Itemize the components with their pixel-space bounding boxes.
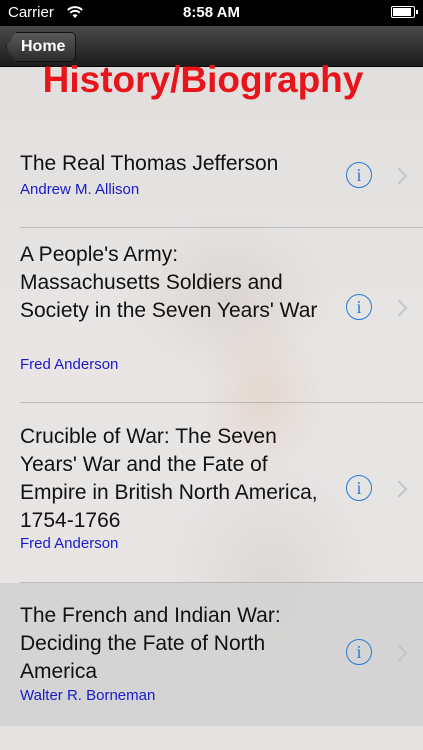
chevron-right-icon: [390, 299, 408, 317]
book-title: The Real Thomas Jefferson: [20, 152, 279, 175]
info-circle-icon[interactable]: i: [346, 475, 372, 501]
battery-fill: [393, 8, 412, 16]
info-circle-icon[interactable]: i: [346, 639, 372, 665]
book-author: Fred Anderson: [20, 535, 119, 552]
clock: 8:58 AM: [183, 4, 240, 21]
list-item[interactable]: The Real Thomas Jefferson Andrew M. Alli…: [0, 140, 423, 228]
chevron-right-icon: [390, 167, 408, 185]
book-title: Crucible of War: The Seven Years' War an…: [20, 425, 318, 532]
chevron-right-icon: [390, 480, 408, 498]
book-title: The French and Indian War: Deciding the …: [20, 604, 281, 683]
status-bar: Carrier 8:58 AM: [0, 0, 423, 26]
chevron-right-icon: [390, 644, 408, 662]
list-item[interactable]: Crucible of War: The Seven Years' War an…: [0, 403, 423, 583]
list-item[interactable]: A People's Army: Massachusetts Soldiers …: [0, 228, 423, 403]
page-title: History/Biography: [42, 59, 364, 100]
book-author: Walter R. Borneman: [20, 687, 156, 704]
list-item-selected[interactable]: The French and Indian War: Deciding the …: [0, 583, 423, 726]
book-title: A People's Army: Massachusetts Soldiers …: [20, 243, 318, 322]
book-author: Fred Anderson: [20, 356, 119, 373]
battery-icon: [391, 6, 418, 18]
book-author: Andrew M. Allison: [20, 181, 140, 198]
info-circle-icon[interactable]: i: [346, 294, 372, 320]
info-circle-icon[interactable]: i: [346, 162, 372, 188]
